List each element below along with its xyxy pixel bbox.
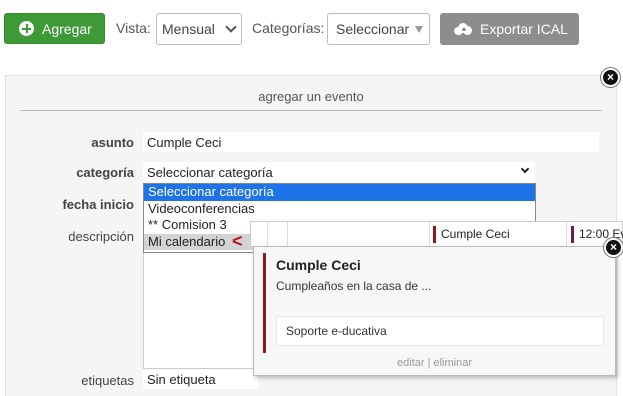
calendar-cell-divider [429, 222, 430, 246]
tags-input-value: Sin etiqueta [147, 371, 216, 387]
subject-input-value: Cumple Ceci [147, 134, 222, 150]
event-title: Cumple Ceci [276, 257, 361, 273]
start-date-label: fecha inicio [62, 197, 134, 212]
description-textarea[interactable] [143, 239, 258, 369]
event-details-popup: Cumple Ceci Cumpleaños en la casa de ...… [253, 246, 616, 376]
panel-divider [20, 110, 602, 111]
actions-separator: | [427, 357, 431, 369]
calendar-cell-divider [566, 222, 567, 246]
category-option[interactable]: Seleccionar categoría [144, 184, 535, 201]
edit-event-link[interactable]: editar [397, 357, 425, 369]
event-color-bar [263, 253, 266, 353]
calendar-week-strip: Cumple Ceci 12:00 Eve [250, 221, 623, 247]
categories-label: Categorías: [252, 20, 325, 36]
categories-select-value: Seleccionar [336, 21, 410, 37]
toolbar: Agregar Vista: Mensual Categorías: Selec… [0, 0, 623, 58]
tags-label: etiquetas [81, 373, 134, 388]
plus-icon [19, 21, 34, 36]
category-select[interactable]: Seleccionar categoría [143, 162, 534, 182]
dropdown-arrow-icon [415, 26, 423, 33]
annotation-arrow: < [232, 231, 243, 251]
calendar-event-chip[interactable]: Cumple Ceci [433, 226, 561, 243]
category-option[interactable]: Videoconferencias [144, 201, 535, 218]
cloud-download-icon [454, 23, 472, 35]
event-description: Cumpleaños en la casa de ... [276, 279, 432, 293]
add-button[interactable]: Agregar [4, 13, 105, 44]
export-ical-label: Exportar ICAL [480, 21, 568, 37]
view-label: Vista: [116, 20, 151, 36]
subject-input[interactable]: Cumple Ceci [143, 132, 599, 152]
view-select[interactable]: Mensual [156, 13, 242, 45]
close-icon[interactable]: × [604, 238, 623, 257]
export-ical-button[interactable]: Exportar ICAL [440, 13, 579, 45]
add-button-label: Agregar [42, 20, 92, 37]
tags-input[interactable]: Sin etiqueta [143, 369, 258, 389]
delete-event-link[interactable]: eliminar [434, 357, 473, 369]
category-select-value: Seleccionar categoría [147, 164, 273, 180]
panel-title: agregar un evento [258, 89, 364, 104]
chevron-down-icon [520, 164, 530, 174]
event-actions: editar | eliminar [254, 357, 615, 369]
close-icon[interactable]: × [601, 68, 620, 87]
description-label: descripción [68, 229, 134, 244]
event-calendar-name: Soporte e-ducativa [276, 316, 604, 346]
subject-label: asunto [91, 135, 134, 150]
view-select-value: Mensual [162, 21, 215, 37]
categories-select[interactable]: Seleccionar [327, 13, 430, 45]
calendar-cell-divider [287, 222, 288, 246]
chevron-down-icon [225, 21, 237, 33]
category-label: categoría [76, 165, 134, 180]
calendar-cell-divider [267, 222, 268, 246]
